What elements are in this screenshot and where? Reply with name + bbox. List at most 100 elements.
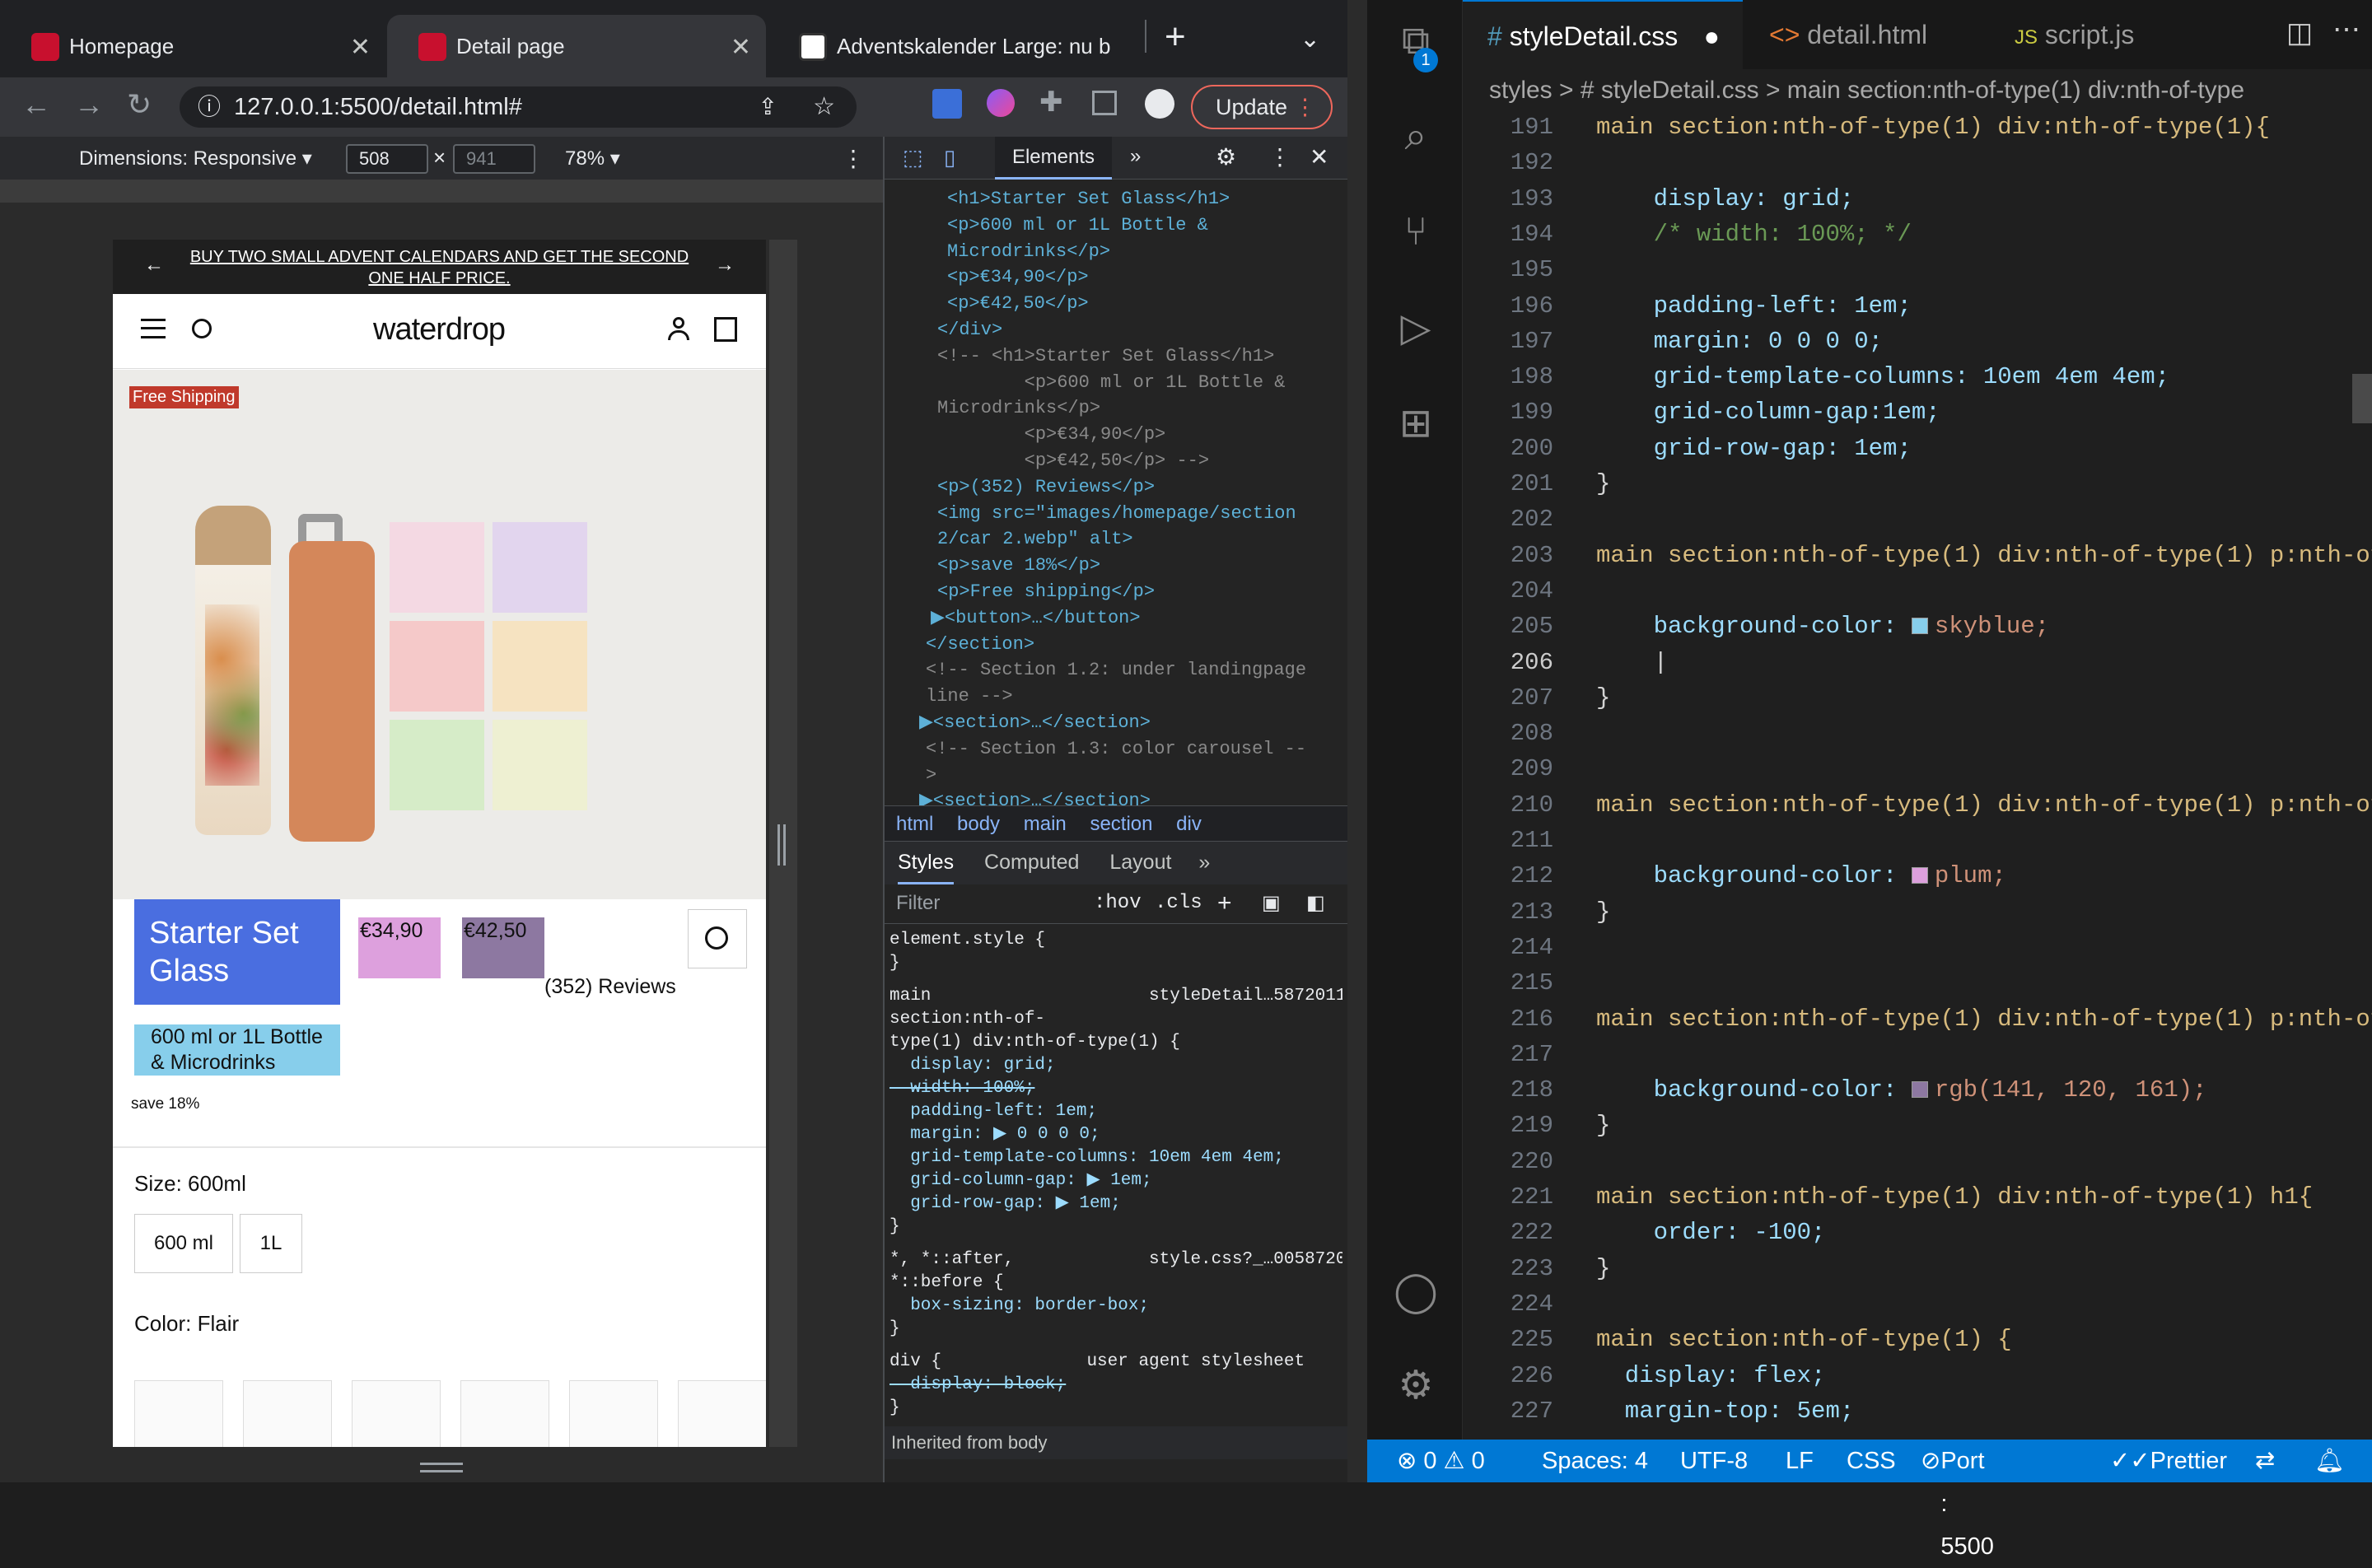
style-rule-line[interactable]: grid-row-gap: ▶ 1em; xyxy=(890,1192,1342,1216)
code-line[interactable]: background-color: skyblue; xyxy=(1596,613,2050,640)
code-line[interactable]: main section:nth-of-type(1) div:nth-of-t… xyxy=(1596,791,2372,819)
code-line[interactable]: display: grid; xyxy=(1596,185,1855,212)
color-swatch[interactable] xyxy=(1911,618,1928,635)
dom-node-line[interactable]: <p>600 ml or 1L Bottle & xyxy=(937,370,1286,396)
size-option-1l[interactable]: 1L xyxy=(240,1214,302,1273)
reviews-count[interactable]: (352) Reviews xyxy=(544,975,676,999)
dom-node-line[interactable]: <p>(352) Reviews</p> xyxy=(937,474,1155,501)
code-line[interactable]: background-color: plum; xyxy=(1596,862,2006,889)
hov-toggle[interactable]: :hov xyxy=(1094,884,1142,922)
more-actions-icon[interactable]: ⋯ xyxy=(2332,13,2360,46)
editor-breadcrumb[interactable]: styles > # styleDetail.css > main sectio… xyxy=(1463,69,2372,112)
styles-filter-input[interactable]: Filter xyxy=(896,892,940,914)
unsaved-dot-icon[interactable]: ● xyxy=(1704,2,1720,71)
indent-status[interactable]: Spaces: 4 xyxy=(1542,1440,1648,1482)
style-rule-line[interactable]: margin: ▶ 0 0 0 0; xyxy=(890,1123,1342,1146)
bell-icon[interactable]: 🔔︎ xyxy=(2314,1440,2345,1482)
dom-node-line[interactable]: </div> xyxy=(937,317,1002,343)
tab-search-chevron-icon[interactable]: ⌄ xyxy=(1300,25,1320,54)
more-options-icon[interactable]: ⋮ xyxy=(842,145,865,172)
color-swatch[interactable] xyxy=(1911,1081,1928,1099)
tab-elements[interactable]: Elements xyxy=(995,137,1112,180)
dom-node-line[interactable]: <!-- <h1>Starter Set Glass</h1> xyxy=(937,343,1274,370)
style-rule-line[interactable]: box-sizing: border-box; xyxy=(890,1295,1342,1318)
code-line[interactable]: margin: 0 0 0 0; xyxy=(1596,328,1883,355)
language-status[interactable]: CSS xyxy=(1847,1440,1896,1482)
extension-icon[interactable] xyxy=(932,89,962,119)
color-swatch[interactable] xyxy=(134,1380,223,1447)
extensions-puzzle-icon[interactable]: ✚ xyxy=(1039,86,1063,119)
crumb-html[interactable]: html xyxy=(896,813,933,835)
code-line[interactable]: | xyxy=(1596,649,1668,676)
paint-icon[interactable]: ▣ xyxy=(1262,884,1281,922)
color-swatch[interactable] xyxy=(243,1380,332,1447)
bookmark-star-icon[interactable]: ☆ xyxy=(813,86,835,128)
dom-node-line[interactable]: ▶<section>…</section> xyxy=(919,788,1151,805)
profile-avatar[interactable] xyxy=(1145,89,1174,119)
style-rule-line[interactable]: } xyxy=(890,952,1342,975)
reload-icon[interactable]: ↻ xyxy=(127,87,152,122)
code-line[interactable]: } xyxy=(1596,470,1610,497)
cls-toggle[interactable]: .cls xyxy=(1155,884,1202,922)
tab-styledetail-css[interactable]: # styleDetail.css ● xyxy=(1463,0,1743,69)
device-toggle-icon[interactable]: ▯ xyxy=(944,145,955,170)
tab-script-js[interactable]: JS script.js xyxy=(1990,0,2212,69)
style-rule-line[interactable]: padding-left: 1em; xyxy=(890,1100,1342,1123)
code-line[interactable]: main section:nth-of-type(1) div:nth-of-t… xyxy=(1596,114,2270,141)
side-panel-icon[interactable] xyxy=(1092,91,1117,115)
code-line[interactable]: display: flex; xyxy=(1596,1362,1826,1389)
resize-handle[interactable] xyxy=(777,824,786,866)
style-rule-line[interactable]: section:nth-of- xyxy=(890,1008,1342,1031)
tab-computed[interactable]: Computed xyxy=(984,851,1079,874)
dom-node-line[interactable]: <p>save 18%</p> xyxy=(937,553,1100,579)
eol-status[interactable]: LF xyxy=(1786,1440,1814,1482)
tab-styles[interactable]: Styles xyxy=(898,851,955,884)
cart-icon[interactable] xyxy=(714,317,737,342)
code-line[interactable]: main section:nth-of-type(1) { xyxy=(1596,1326,2012,1353)
code-line[interactable]: /* width: 100%; */ xyxy=(1596,221,1912,248)
dom-node-line[interactable]: <!-- Section 1.3: color carousel -- xyxy=(926,736,1306,763)
code-line[interactable]: background-color: rgb(141, 120, 161); xyxy=(1596,1076,2207,1104)
style-rule-line[interactable]: display: grid; xyxy=(890,1054,1342,1077)
dom-node-line[interactable]: ▶<section>…</section> xyxy=(919,710,1151,736)
new-tab-icon[interactable]: + xyxy=(1165,16,1186,58)
height-input[interactable]: 941 xyxy=(453,144,535,174)
tab-layout[interactable]: Layout xyxy=(1109,851,1171,874)
code-line[interactable]: grid-column-gap:1em; xyxy=(1596,399,1940,426)
run-debug-icon[interactable]: ▷ xyxy=(1390,305,1441,356)
dom-node-line[interactable]: <p>600 ml or 1L Bottle & xyxy=(947,212,1208,239)
code-editor[interactable]: 191 main section:nth-of-type(1) div:nth-o… xyxy=(1463,112,2372,1440)
close-icon[interactable]: ✕ xyxy=(1310,143,1328,170)
style-rule-line[interactable]: } xyxy=(890,1397,1342,1420)
update-button[interactable]: Update ⋮ xyxy=(1191,85,1333,129)
width-input[interactable]: 508 xyxy=(346,144,428,174)
inspect-icon[interactable]: ⬚ xyxy=(903,145,923,170)
dom-node-line[interactable]: ▶<button>…</button> xyxy=(931,605,1141,632)
style-rule-line[interactable]: *, *::after, style.css?_…005872011:6 xyxy=(890,1248,1342,1272)
account-icon[interactable]: ◯ xyxy=(1390,1268,1441,1319)
gear-icon[interactable]: ⚙ xyxy=(1216,143,1236,170)
more-options-icon[interactable]: ⋮ xyxy=(1268,143,1291,170)
code-line[interactable]: padding-left: 1em; xyxy=(1596,292,1912,320)
style-rule-line[interactable]: } xyxy=(890,1318,1342,1341)
code-line[interactable]: } xyxy=(1596,1255,1610,1282)
crumb-main[interactable]: main xyxy=(1024,813,1067,835)
arrow-right-icon[interactable]: → xyxy=(715,254,735,276)
dom-node-line[interactable]: <!-- Section 1.2: under landingpage xyxy=(926,657,1306,684)
dom-node-line[interactable]: </section> xyxy=(926,632,1034,658)
dom-node-line[interactable]: 2/car 2.webp" alt> xyxy=(937,526,1133,553)
dom-node-line[interactable]: > xyxy=(926,763,936,789)
style-rule-line[interactable]: type(1) div:nth-of-type(1) { xyxy=(890,1031,1342,1054)
style-rule-line[interactable]: } xyxy=(890,1216,1342,1239)
menu-dots-icon[interactable]: ⋮ xyxy=(1294,86,1316,128)
sidebar-toggle-icon[interactable]: ◧ xyxy=(1306,884,1325,922)
tab-adventskalender[interactable]: Adventskalender Large: nu b xyxy=(768,15,1146,77)
code-line[interactable]: } xyxy=(1596,1112,1610,1139)
zoom-image-button[interactable] xyxy=(688,909,747,968)
size-option-600ml[interactable]: 600 ml xyxy=(134,1214,233,1273)
code-line[interactable]: grid-row-gap: 1em; xyxy=(1596,435,1912,462)
dom-node-line[interactable]: Microdrinks</p> xyxy=(937,395,1100,422)
back-icon[interactable]: ← xyxy=(21,87,51,122)
code-line[interactable]: grid-template-columns: 10em 4em 4em; xyxy=(1596,363,2170,390)
add-rule-icon[interactable]: + xyxy=(1217,884,1232,922)
